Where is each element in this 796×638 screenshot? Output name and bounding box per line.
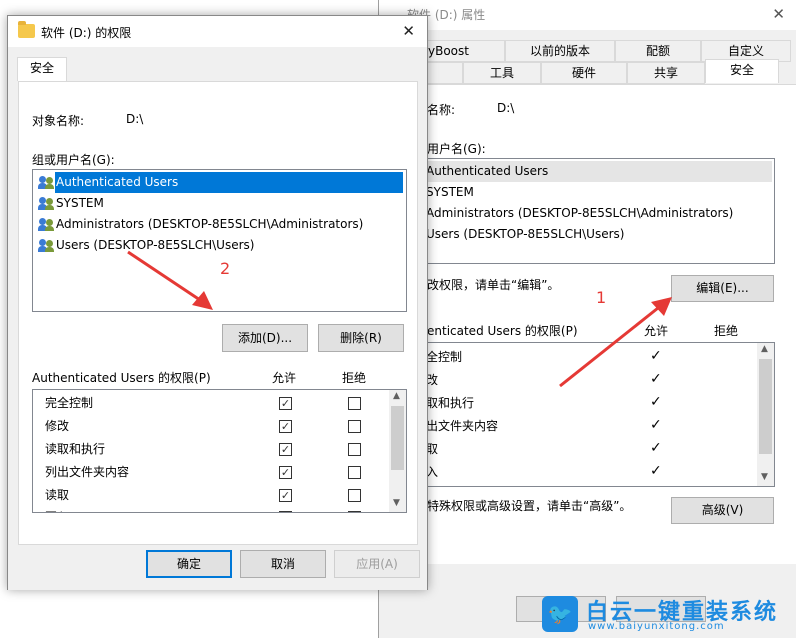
arrow-2-head <box>192 291 213 310</box>
annotation-arrows <box>127 250 672 388</box>
arrow-1-head <box>651 297 672 316</box>
annotation-label-2: 2 <box>220 259 231 278</box>
twitter-bird-icon: 🐦 <box>542 596 578 632</box>
arrow-2-shaft <box>127 250 201 302</box>
annotation-label-1: 1 <box>596 288 607 307</box>
arrow-1-shaft <box>559 306 659 388</box>
watermark: 🐦 白云一键重装系统 www.baiyunxitong.com <box>542 594 792 634</box>
watermark-url: www.baiyunxitong.com <box>588 621 725 632</box>
